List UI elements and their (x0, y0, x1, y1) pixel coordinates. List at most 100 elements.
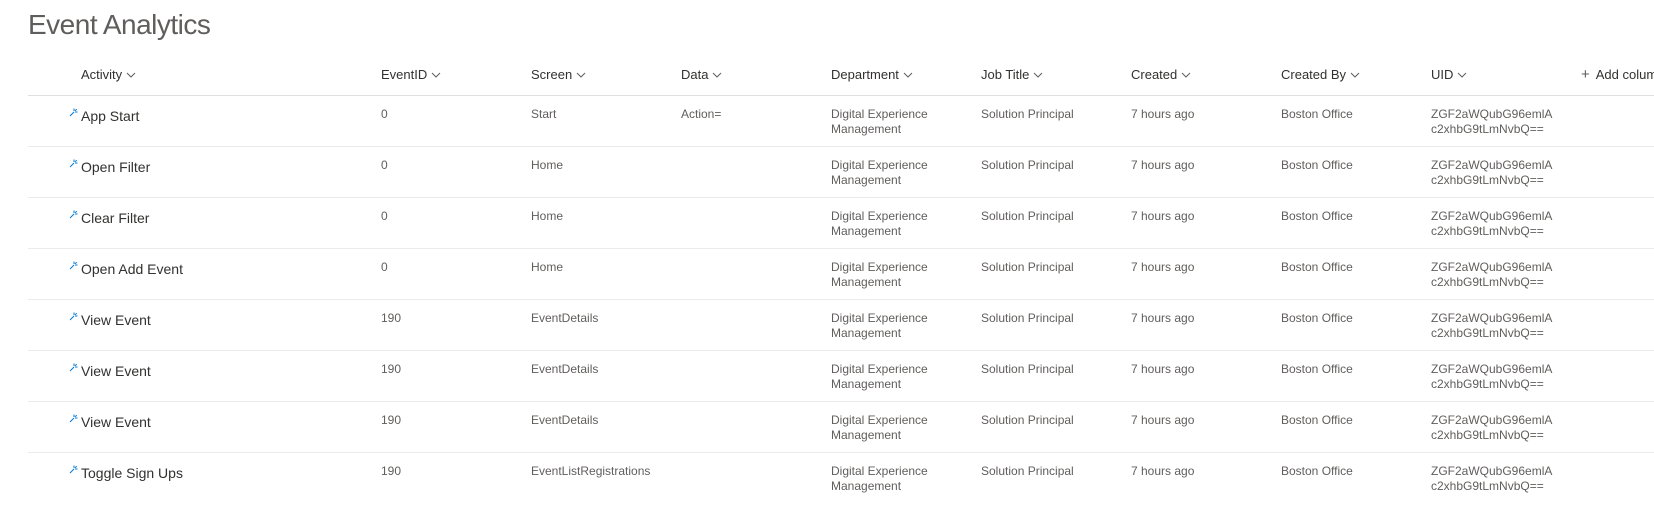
cell-screen: Home (531, 209, 564, 223)
cell-activity[interactable]: View Event (81, 312, 361, 329)
cell-activity[interactable]: View Event (81, 414, 361, 431)
column-header-data[interactable]: Data (681, 55, 722, 95)
cell-created: 7 hours ago (1131, 260, 1195, 274)
cell-department: Digital Experience Management (831, 413, 928, 442)
cell-eventid: 190 (381, 413, 402, 427)
new-item-sparkle-icon (69, 257, 78, 270)
cell-eventid: 0 (381, 260, 388, 274)
list-row[interactable]: App Start 0 Start Action= Digital Experience… (28, 96, 1654, 147)
cell-activity[interactable]: View Event (81, 363, 361, 380)
column-header-created[interactable]: Created (1131, 55, 1191, 95)
cell-jobtitle: Solution Principal (981, 107, 1074, 121)
cell-eventid: 190 (381, 464, 402, 478)
column-header-label: Activity (81, 67, 123, 82)
cell-department: Digital Experience Management (831, 464, 928, 493)
column-header-screen[interactable]: Screen (531, 55, 586, 95)
page: Event Analytics Activity EventID Screen Dat… (0, 0, 1654, 526)
cell-eventid: 190 (381, 362, 402, 376)
column-header-department[interactable]: Department (831, 55, 913, 95)
chevron-down-icon (1033, 55, 1043, 94)
cell-activity[interactable]: Open Filter (81, 159, 361, 176)
list-row[interactable]: View Event 190 EventDetails Digital Experie… (28, 351, 1654, 402)
cell-uid: ZGF2aWQubG96emlA c2xhbG9tLmNvbQ== (1431, 464, 1552, 493)
cell-uid: ZGF2aWQubG96emlA c2xhbG9tLmNvbQ== (1431, 362, 1552, 391)
column-header-activity[interactable]: Activity (81, 55, 136, 95)
cell-created: 7 hours ago (1131, 362, 1195, 376)
list-row[interactable]: Open Filter 0 Home Digital Experience Manag… (28, 147, 1654, 198)
column-header-jobtitle[interactable]: Job Title (981, 55, 1043, 95)
column-header-eventid[interactable]: EventID (381, 55, 441, 95)
column-header-label: Created By (1281, 67, 1347, 82)
chevron-down-icon (712, 55, 722, 94)
cell-jobtitle: Solution Principal (981, 413, 1074, 427)
add-column-label: Add colum (1595, 67, 1654, 82)
add-column-button[interactable]: + Add colum (1581, 55, 1654, 95)
new-item-sparkle-icon (69, 461, 78, 474)
cell-jobtitle: Solution Principal (981, 158, 1074, 172)
chevron-down-icon (1181, 55, 1191, 94)
cell-createdby: Boston Office (1281, 209, 1353, 223)
cell-activity[interactable]: Toggle Sign Ups (81, 465, 361, 482)
cell-created: 7 hours ago (1131, 413, 1195, 427)
list-rows: App Start 0 Start Action= Digital Experience… (28, 96, 1654, 502)
cell-screen: Home (531, 260, 564, 274)
cell-jobtitle: Solution Principal (981, 209, 1074, 223)
column-header-label: Created (1131, 67, 1178, 82)
cell-createdby: Boston Office (1281, 158, 1353, 172)
column-header-label: UID (1431, 67, 1454, 82)
list-row[interactable]: View Event 190 EventDetails Digital Experie… (28, 402, 1654, 453)
cell-eventid: 0 (381, 107, 388, 121)
new-item-sparkle-icon (69, 104, 78, 117)
cell-created: 7 hours ago (1131, 107, 1195, 121)
cell-createdby: Boston Office (1281, 107, 1353, 121)
cell-activity[interactable]: App Start (81, 108, 361, 125)
cell-screen: EventDetails (531, 413, 599, 427)
plus-icon: + (1581, 66, 1590, 83)
cell-department: Digital Experience Management (831, 362, 928, 391)
column-header-uid[interactable]: UID (1431, 55, 1467, 95)
cell-department: Digital Experience Management (831, 107, 928, 136)
cell-screen: EventDetails (531, 311, 599, 325)
cell-screen: Start (531, 107, 557, 121)
chevron-down-icon (126, 55, 136, 94)
new-item-sparkle-icon (69, 206, 78, 219)
cell-jobtitle: Solution Principal (981, 311, 1074, 325)
cell-uid: ZGF2aWQubG96emlA c2xhbG9tLmNvbQ== (1431, 107, 1552, 136)
list-view: Activity EventID Screen Data Department Job T… (28, 55, 1654, 502)
column-header-label: Job Title (981, 67, 1030, 82)
cell-screen: EventDetails (531, 362, 599, 376)
cell-eventid: 0 (381, 158, 388, 172)
cell-uid: ZGF2aWQubG96emlA c2xhbG9tLmNvbQ== (1431, 158, 1552, 187)
cell-department: Digital Experience Management (831, 260, 928, 289)
cell-activity[interactable]: Open Add Event (81, 261, 361, 278)
cell-uid: ZGF2aWQubG96emlA c2xhbG9tLmNvbQ== (1431, 413, 1552, 442)
cell-jobtitle: Solution Principal (981, 362, 1074, 376)
page-title: Event Analytics (28, 9, 211, 40)
chevron-down-icon (903, 55, 913, 94)
column-header-createdby[interactable]: Created By (1281, 55, 1360, 95)
cell-eventid: 190 (381, 311, 402, 325)
column-header-row: Activity EventID Screen Data Department Job T… (28, 55, 1654, 96)
new-item-sparkle-icon (69, 308, 78, 321)
column-header-label: Screen (531, 67, 573, 82)
column-header-label: EventID (381, 67, 428, 82)
new-item-sparkle-icon (69, 410, 78, 423)
cell-department: Digital Experience Management (831, 158, 928, 187)
chevron-down-icon (431, 55, 441, 94)
cell-created: 7 hours ago (1131, 209, 1195, 223)
column-header-label: Data (681, 67, 709, 82)
list-row[interactable]: Toggle Sign Ups 190 EventListRegistrations… (28, 453, 1654, 502)
cell-created: 7 hours ago (1131, 464, 1195, 478)
cell-uid: ZGF2aWQubG96emlA c2xhbG9tLmNvbQ== (1431, 209, 1552, 238)
chevron-down-icon (1457, 55, 1467, 94)
list-row[interactable]: Clear Filter 0 Home Digital Experience Mana… (28, 198, 1654, 249)
cell-eventid: 0 (381, 209, 388, 223)
list-row[interactable]: Open Add Event 0 Home Digital Experience Ma… (28, 249, 1654, 300)
cell-jobtitle: Solution Principal (981, 464, 1074, 478)
cell-uid: ZGF2aWQubG96emlA c2xhbG9tLmNvbQ== (1431, 311, 1552, 340)
cell-createdby: Boston Office (1281, 311, 1353, 325)
list-row[interactable]: View Event 190 EventDetails Digital Experie… (28, 300, 1654, 351)
cell-activity[interactable]: Clear Filter (81, 210, 361, 227)
new-item-sparkle-icon (69, 155, 78, 168)
cell-department: Digital Experience Management (831, 209, 928, 238)
